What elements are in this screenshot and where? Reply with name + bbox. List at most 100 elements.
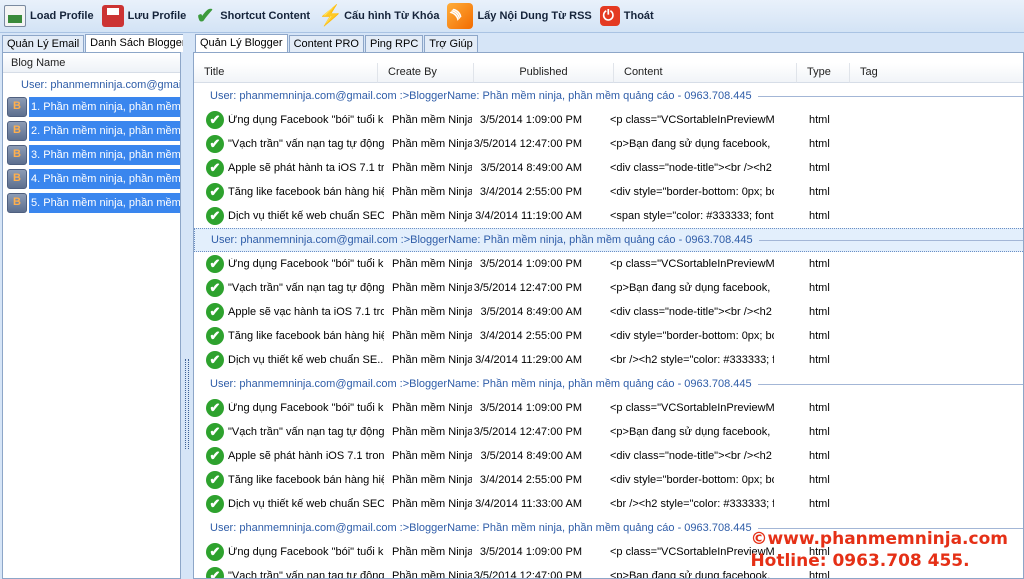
column-header-blog-name[interactable]: Blog Name	[3, 53, 180, 73]
rss-icon	[447, 3, 474, 29]
cell-type: html	[809, 354, 830, 366]
cell-type: html	[809, 282, 830, 294]
table-row[interactable]: ✔ Ứng dụng Facebook "bói" tuổi k... Phần m…	[194, 252, 1023, 276]
column-header-type[interactable]: Type	[797, 63, 850, 83]
shortcut-content-button[interactable]: ✔ Shortcut Content	[192, 2, 316, 30]
column-header-published[interactable]: Published	[474, 63, 614, 83]
cell-type: html	[809, 474, 830, 486]
tab-ping-rpc[interactable]: Ping RPC	[364, 35, 424, 52]
cell-published: 3/5/2014 1:09:00 PM	[479, 546, 582, 558]
check-icon: ✔	[206, 351, 224, 369]
cell-content: <p>Bạn đang sử dụng facebook, bốn...	[610, 138, 774, 150]
check-icon: ✔	[206, 543, 224, 561]
table-row[interactable]: ✔ Apple sẽ phát hành ta iOS 7.1 tro... Phầ…	[194, 156, 1023, 180]
tab-email-manager[interactable]: Quản Lý Email	[2, 35, 85, 52]
cell-content: <div style="border-bottom: 0px; border..…	[610, 330, 774, 342]
cell-title: Dịch vụ thiết kế web chuẩn SEO ...	[228, 498, 384, 510]
group-header[interactable]: User: phanmemninja.com@gmail.com :>Blogg…	[194, 228, 1023, 252]
blog-item[interactable]: 4. Phần mềm ninja, phần mềm quảng cáo	[3, 167, 180, 191]
exit-button[interactable]: Thoát	[598, 2, 660, 30]
cell-type: html	[809, 114, 830, 126]
rss-button[interactable]: Lấy Nội Dung Từ RSS	[445, 2, 597, 30]
cell-content: <p class="VCSortableInPreviewMode...	[610, 114, 774, 126]
cell-published: 3/5/2014 12:47:00 PM	[473, 426, 582, 438]
table-row[interactable]: ✔ Dịch vụ thiết kế web chuẩn SEO ... Phần …	[194, 204, 1023, 228]
cell-content: <div style="border-bottom: 0px; border..…	[610, 474, 774, 486]
cell-content: <div class="node-title"><br /><h2 cla...	[610, 450, 774, 462]
blog-item[interactable]: 3. Phần mềm ninja, phần mềm quảng cáo	[3, 143, 180, 167]
blog-item-label: 2. Phần mềm ninja, phần mềm quảng cáo	[29, 121, 180, 141]
cell-title: Apple sẽ phát hành iOS 7.1 trong...	[228, 450, 384, 462]
group-header[interactable]: User: phanmemninja.com@gmail.com :>Blogg…	[194, 372, 1023, 396]
load-profile-button[interactable]: Load Profile	[2, 2, 100, 30]
cell-create-by: Phần mềm Ninja	[392, 306, 472, 318]
table-row[interactable]: ✔ "Vạch trần" vấn nạn tag tự động ... Phần…	[194, 420, 1023, 444]
tab-blogger-list[interactable]: Danh Sách Blogger	[85, 34, 191, 52]
blog-tree: Blog Name User: phanmemninja.com@gmail.c…	[2, 52, 181, 579]
column-header-tag[interactable]: Tag	[850, 63, 1023, 83]
blog-item[interactable]: 2. Phần mềm ninja, phần mềm quảng cáo	[3, 119, 180, 143]
blog-item[interactable]: 5. Phần mềm ninja, phần mềm quảng cáo	[3, 191, 180, 215]
watermark-hotline: Hotline: 0963.708 455.	[750, 551, 970, 571]
check-icon: ✔	[206, 471, 224, 489]
cell-create-by: Phần mềm Ninja	[392, 138, 472, 150]
keyword-config-button[interactable]: ⚡ Cấu hình Từ Khóa	[316, 2, 445, 30]
check-icon: ✔	[206, 207, 224, 225]
group-header-label: User: phanmemninja.com@gmail.com :>Blogg…	[210, 90, 752, 102]
group-header-label: User: phanmemninja.com@gmail.com :>Blogg…	[210, 522, 752, 534]
cell-title: Ứng dụng Facebook "bói" tuổi k...	[228, 114, 384, 126]
cell-published: 3/5/2014 12:47:00 PM	[473, 570, 582, 579]
check-icon: ✔	[206, 495, 224, 513]
group-header-label: User: phanmemninja.com@gmail.com :>Blogg…	[211, 234, 753, 246]
shortcut-content-label: Shortcut Content	[220, 10, 311, 22]
cell-published: 3/4/2014 11:33:00 AM	[475, 498, 582, 510]
cell-content: <p class="VCSortableInPreviewMode...	[610, 546, 774, 558]
table-row[interactable]: ✔ "Vạch trần" vấn nạn tag tự động ... Phần…	[194, 276, 1023, 300]
blogger-icon	[7, 169, 27, 189]
cell-create-by: Phần mềm Ninja	[392, 450, 472, 462]
cell-published: 3/4/2014 2:55:00 PM	[479, 474, 582, 486]
save-profile-button[interactable]: Lưu Profile	[100, 2, 193, 30]
cell-title: "Vạch trần" vấn nạn tag tự động ...	[228, 570, 384, 579]
cell-create-by: Phần mềm Ninja	[392, 474, 472, 486]
cell-create-by: Phần mềm Ninja	[392, 258, 472, 270]
table-row[interactable]: ✔ Dịch vụ thiết kế web chuẩn SEO ... Phần …	[194, 492, 1023, 516]
tab-help[interactable]: Trợ Giúp	[424, 35, 478, 52]
tab-content-pro[interactable]: Content PRO	[288, 35, 364, 52]
table-row[interactable]: ✔ Ứng dụng Facebook "bói" tuổi k... Phần m…	[194, 108, 1023, 132]
table-row[interactable]: ✔ Ứng dụng Facebook "bói" tuổi k... Phần m…	[194, 396, 1023, 420]
cell-title: Ứng dụng Facebook "bói" tuổi k...	[228, 546, 384, 558]
column-header-title[interactable]: Title	[194, 63, 378, 83]
group-header[interactable]: User: phanmemninja.com@gmail.com :>Blogg…	[194, 84, 1023, 108]
cell-create-by: Phần mềm Ninja	[392, 186, 472, 198]
table-row[interactable]: ✔ "Vạch trần" vấn nạn tag tự động ... Phần…	[194, 132, 1023, 156]
table-row[interactable]: ✔ Tăng like facebook bán hàng hiệ... Phần …	[194, 180, 1023, 204]
check-icon: ✔	[206, 135, 224, 153]
column-header-content[interactable]: Content	[614, 63, 797, 83]
cell-title: "Vạch trần" vấn nạn tag tự động ...	[228, 426, 384, 438]
pane-splitter[interactable]	[183, 34, 192, 579]
watermark-website: ©www.phanmemninja.com	[750, 529, 1008, 549]
load-profile-icon	[4, 5, 26, 27]
cell-title: Dịch vụ thiết kế web chuẩn SE...	[228, 354, 384, 366]
cell-content: <p>Bạn đang sử dụng facebook, bốn...	[610, 570, 774, 579]
table-row[interactable]: ✔ Apple sẽ phát hành iOS 7.1 trong... Phần…	[194, 444, 1023, 468]
cell-title: Ứng dụng Facebook "bói" tuổi k...	[228, 402, 384, 414]
cell-published: 3/4/2014 2:55:00 PM	[479, 186, 582, 198]
column-header-create-by[interactable]: Create By	[378, 63, 474, 83]
grid-header: Title Create By Published Content Type T…	[194, 53, 1023, 83]
table-row[interactable]: ✔ Dịch vụ thiết kế web chuẩn SE... Phần mề…	[194, 348, 1023, 372]
table-row[interactable]: ✔ Apple sẽ vạc hành ta iOS 7.1 tro... Phần…	[194, 300, 1023, 324]
tab-blogger-manager[interactable]: Quản Lý Blogger	[195, 34, 288, 52]
blog-item[interactable]: 1. Phần mềm ninja, phần mềm quảng cáo	[3, 95, 180, 119]
cell-published: 3/4/2014 11:19:00 AM	[475, 210, 582, 222]
tree-user-node[interactable]: User: phanmemninja.com@gmail.com	[3, 73, 180, 95]
splitter-grip[interactable]	[185, 359, 189, 449]
blog-list: 1. Phần mềm ninja, phần mềm quảng cáo 2. …	[3, 95, 180, 215]
check-icon: ✔	[206, 423, 224, 441]
cell-published: 3/5/2014 8:49:00 AM	[480, 162, 582, 174]
table-row[interactable]: ✔ Tăng like facebook bán hàng hiệ... Phần …	[194, 324, 1023, 348]
table-row[interactable]: ✔ Tăng like facebook bán hàng hiệ... Phần …	[194, 468, 1023, 492]
watermark: ©www.phanmemninja.com Hotline: 0963.708 …	[750, 528, 1008, 572]
cell-published: 3/5/2014 1:09:00 PM	[479, 114, 582, 126]
